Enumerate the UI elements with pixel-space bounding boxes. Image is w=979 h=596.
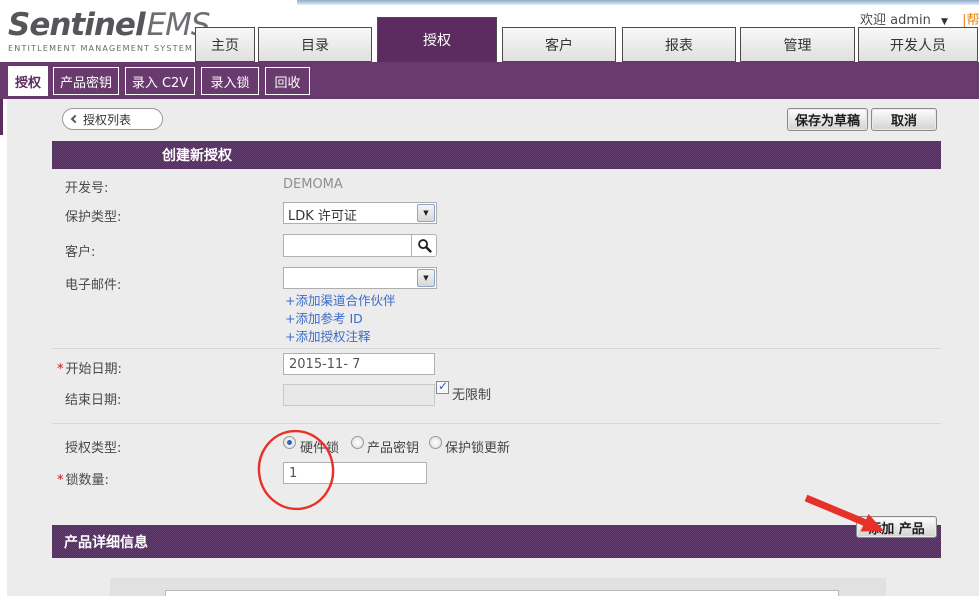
divider bbox=[52, 423, 941, 424]
radio-hardware-key[interactable] bbox=[283, 436, 296, 449]
back-to-entitlement-list-button[interactable]: 授权列表 bbox=[62, 108, 163, 130]
sentinel-ems-page: SentinelEMS ENTITLEMENT MANAGEMENT SYSTE… bbox=[0, 0, 979, 596]
tab-home[interactable]: 主页 bbox=[195, 27, 255, 62]
user-welcome-area: 欢迎 admin ▼ |帮助 bbox=[860, 9, 979, 28]
email-value bbox=[284, 268, 416, 288]
batch-code-label: 开发号: bbox=[57, 177, 108, 196]
add-channel-partner-link[interactable]: +添加渠道合作伙伴 bbox=[285, 290, 395, 309]
save-as-draft-button[interactable]: 保存为草稿 bbox=[787, 108, 868, 131]
end-date-input bbox=[283, 384, 435, 406]
protection-type-value: LDK 许可证 bbox=[284, 203, 416, 223]
tab-developers[interactable]: 开发人员 bbox=[858, 27, 978, 62]
product-section-title: 产品详细信息 bbox=[64, 532, 148, 552]
subnav-band: 授权 产品密钥 录入 C2V 录入锁 回收 bbox=[0, 62, 979, 99]
check-icon: ✓ bbox=[438, 379, 448, 393]
form-title: 创建新授权 bbox=[162, 145, 232, 165]
dropdown-caret-icon[interactable]: ▼ bbox=[417, 204, 435, 222]
chevron-left-icon bbox=[71, 115, 79, 123]
end-date-label: 结束日期: bbox=[57, 389, 121, 408]
product-details-header: 产品详细信息 bbox=[52, 525, 941, 558]
subtab-entitlements[interactable]: 授权 bbox=[8, 66, 48, 96]
add-ref-id-link[interactable]: +添加参考 ID bbox=[285, 308, 363, 327]
logo-subtitle: ENTITLEMENT MANAGEMENT SYSTEM bbox=[8, 44, 210, 53]
tab-customers[interactable]: 客户 bbox=[502, 27, 616, 62]
welcome-text: 欢迎 admin bbox=[860, 13, 931, 28]
product-box-cutoff bbox=[165, 590, 839, 596]
sentinel-ems-logo: SentinelEMS ENTITLEMENT MANAGEMENT SYSTE… bbox=[8, 10, 210, 53]
search-icon bbox=[417, 238, 432, 253]
add-entitlement-remarks-link[interactable]: +添加授权注释 bbox=[285, 326, 370, 345]
customer-label: 客户: bbox=[57, 241, 95, 260]
batch-code-value: DEMOMA bbox=[283, 177, 343, 192]
tab-reports[interactable]: 报表 bbox=[622, 27, 736, 62]
logo-text: SentinelEMS bbox=[8, 10, 210, 41]
unlimited-checkbox[interactable]: ✓ bbox=[436, 381, 449, 394]
email-label: 电子邮件: bbox=[57, 274, 121, 293]
customer-search-button[interactable] bbox=[411, 234, 437, 257]
protection-type-select[interactable]: LDK 许可证 ▼ bbox=[283, 202, 437, 224]
protection-type-label: 保护类型: bbox=[57, 206, 121, 225]
subtab-checkin-key[interactable]: 录入锁 bbox=[201, 67, 259, 95]
subtab-revoke[interactable]: 回收 bbox=[265, 67, 310, 95]
browser-edge-strip bbox=[297, 0, 979, 5]
cancel-button[interactable]: 取消 bbox=[871, 108, 937, 131]
subtab-checkin-c2v[interactable]: 录入 C2V bbox=[125, 67, 195, 95]
user-menu-caret-icon[interactable]: ▼ bbox=[941, 17, 948, 27]
start-date-label: *开始日期: bbox=[57, 358, 122, 377]
lock-count-label: *锁数量: bbox=[57, 469, 109, 488]
radio-product-key[interactable] bbox=[351, 436, 364, 449]
lock-count-input[interactable] bbox=[283, 462, 427, 484]
radio-protection-key-update[interactable] bbox=[429, 436, 442, 449]
customer-input[interactable] bbox=[283, 234, 412, 257]
help-link[interactable]: |帮助 bbox=[962, 13, 979, 28]
divider bbox=[52, 348, 941, 349]
create-entitlement-header: 创建新授权 bbox=[52, 141, 941, 169]
back-label: 授权列表 bbox=[83, 111, 131, 128]
entitlement-type-label: 授权类型: bbox=[57, 437, 121, 456]
radio-hardware-key-label[interactable]: 硬件锁 bbox=[300, 437, 339, 456]
tab-catalog[interactable]: 目录 bbox=[258, 27, 372, 62]
radio-protection-key-update-label[interactable]: 保护锁更新 bbox=[445, 437, 510, 456]
start-date-input[interactable] bbox=[283, 353, 435, 375]
subtab-product-keys[interactable]: 产品密钥 bbox=[53, 67, 119, 95]
left-edge-decoration bbox=[0, 99, 3, 135]
tab-entitlements[interactable]: 授权 bbox=[377, 17, 497, 62]
dropdown-caret-icon[interactable]: ▼ bbox=[417, 269, 435, 287]
email-select[interactable]: ▼ bbox=[283, 267, 437, 289]
add-product-button[interactable]: 添加 产品 bbox=[856, 516, 937, 538]
tab-administration[interactable]: 管理 bbox=[740, 27, 855, 62]
radio-product-key-label[interactable]: 产品密钥 bbox=[367, 437, 419, 456]
unlimited-label: 无限制 bbox=[452, 384, 491, 403]
